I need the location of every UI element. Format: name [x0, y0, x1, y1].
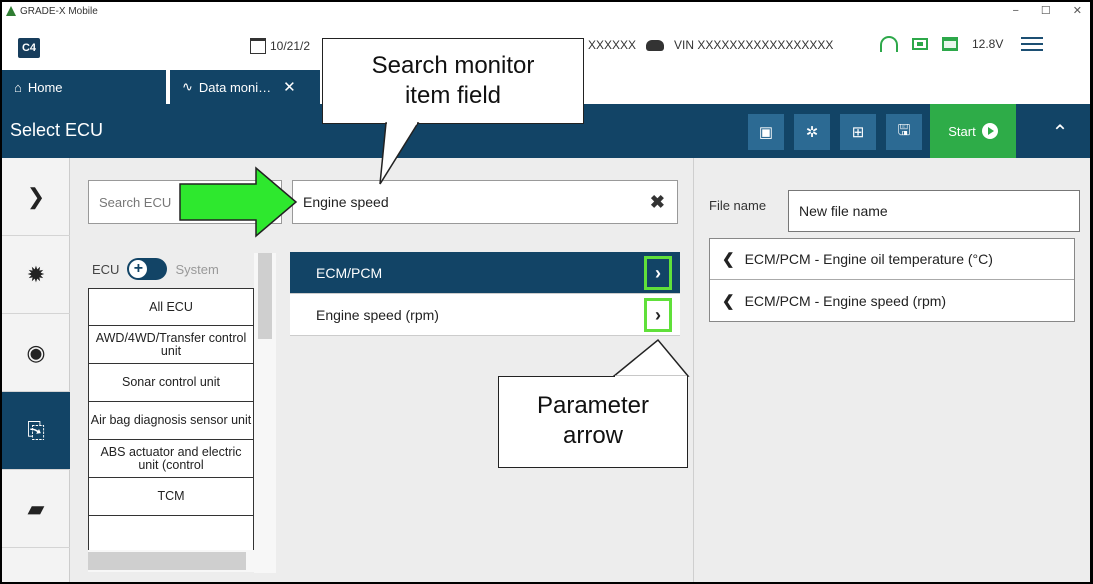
- green-pointer-arrow: [179, 166, 298, 238]
- green-arrow-shape: [179, 166, 298, 238]
